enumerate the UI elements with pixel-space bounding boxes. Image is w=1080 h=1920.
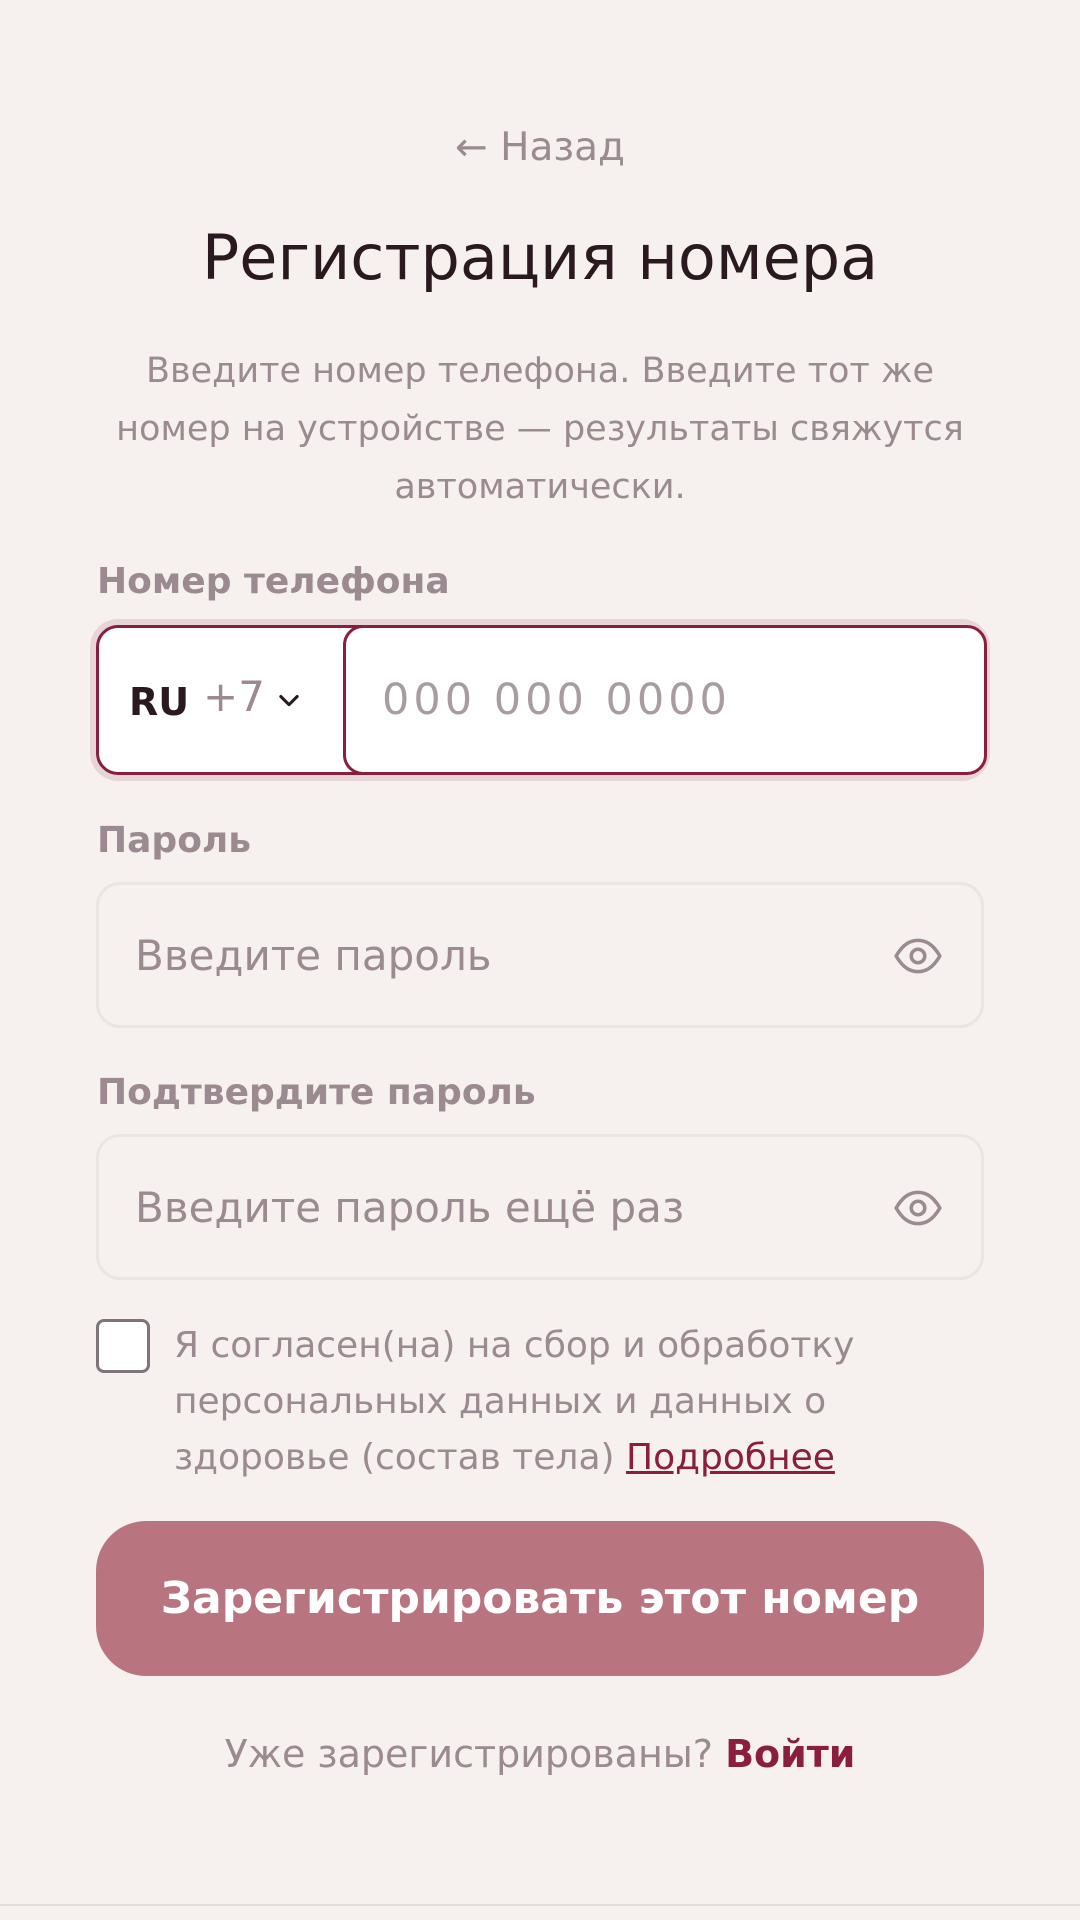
consent-more-link[interactable]: Подробнее [626, 1437, 835, 1478]
login-link[interactable]: Войти [725, 1732, 855, 1776]
eye-icon[interactable] [893, 933, 943, 979]
phone-input-wrapper [343, 625, 987, 775]
phone-field-group: RU +7 [96, 625, 987, 775]
dial-code: +7 [203, 672, 265, 721]
register-button[interactable]: Зарегистрировать этот номер [96, 1521, 984, 1676]
password-field [96, 882, 984, 1028]
phone-label: Номер телефона [97, 561, 450, 602]
back-link[interactable]: ← Назад [0, 122, 1080, 174]
eye-icon[interactable] [893, 1185, 943, 1231]
password-input[interactable] [135, 927, 855, 983]
page-title: Регистрация номера [201, 221, 879, 294]
phone-input[interactable] [382, 672, 942, 728]
confirm-password-field [96, 1134, 984, 1280]
login-prompt: Уже зарегистрированы? Войти [0, 1730, 1080, 1778]
confirm-password-input[interactable] [135, 1179, 855, 1235]
consent-text: Я согласен(на) на сбор и обработку персо… [174, 1318, 914, 1486]
password-label: Пароль [97, 820, 252, 861]
login-prompt-text: Уже зарегистрированы? [224, 1732, 713, 1776]
page-subtitle: Введите номер телефона. Введите тот же н… [116, 351, 964, 507]
chevron-down-icon [279, 694, 299, 707]
confirm-password-label: Подтвердите пароль [97, 1072, 536, 1113]
consent-checkbox[interactable] [96, 1319, 150, 1373]
country-code-select[interactable]: RU +7 [99, 628, 343, 772]
country-code: RU [129, 680, 190, 724]
bottom-divider [0, 1904, 1080, 1906]
